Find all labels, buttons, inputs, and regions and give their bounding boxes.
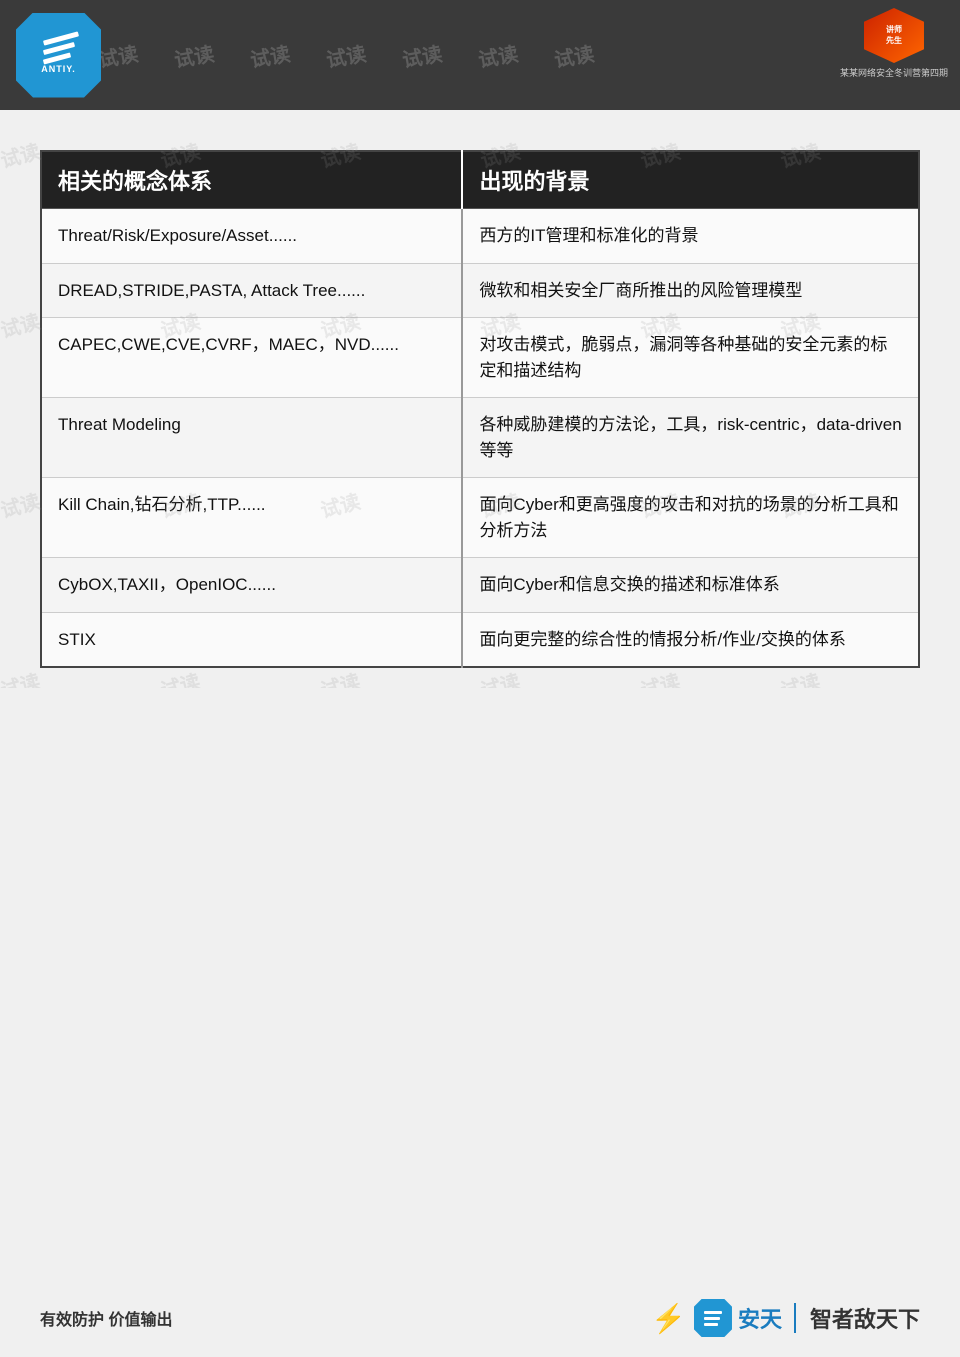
badge-icon: 讲师 先生: [864, 8, 924, 63]
pwm-7: 试读: [0, 305, 43, 343]
table-row: CybOX,TAXII，OpenIOC......面向Cyber和信息交换的描述…: [41, 558, 919, 613]
pwm-23: 试读: [637, 665, 683, 688]
table-cell-col1-1: DREAD,STRIDE,PASTA, Attack Tree......: [41, 263, 462, 318]
pwm-21: 试读: [317, 665, 363, 688]
main-content: 试读 试读 试读 试读 试读 试读 试读 试读 试读 试读 试读 试读 试读 试…: [0, 110, 960, 688]
header-wm-5: 试读: [382, 34, 462, 76]
footer-right: ⚡ 安天 智者敌天下: [651, 1299, 920, 1337]
table-row: Threat/Risk/Exposure/Asset......西方的IT管理和…: [41, 209, 919, 264]
footer-brand-sub: 智者敌天下: [810, 1302, 920, 1334]
pwm-20: 试读: [157, 665, 203, 688]
table-row: Kill Chain,钻石分析,TTP......面向Cyber和更高强度的攻击…: [41, 478, 919, 558]
table-cell-col2-5: 面向Cyber和信息交换的描述和标准体系: [462, 558, 919, 613]
logo-text: ANTIY.: [41, 64, 76, 74]
table-cell-col2-1: 微软和相关安全厂商所推出的风险管理模型: [462, 263, 919, 318]
data-table: 相关的概念体系 出现的背景 Threat/Risk/Exposure/Asset…: [40, 150, 920, 668]
table-cell-col2-0: 西方的IT管理和标准化的背景: [462, 209, 919, 264]
table-cell-col2-6: 面向更完整的综合性的情报分析/作业/交换的体系: [462, 612, 919, 667]
table-cell-col1-6: STIX: [41, 612, 462, 667]
table-row: Threat Modeling各种威胁建模的方法论，工具，risk-centri…: [41, 398, 919, 478]
table-row: DREAD,STRIDE,PASTA, Attack Tree......微软和…: [41, 263, 919, 318]
header-wm-3: 试读: [230, 34, 310, 76]
footer-logo-icon: [694, 1299, 732, 1337]
header-wm-2: 试读: [154, 34, 234, 76]
logo-lines: [39, 36, 79, 61]
logo: ANTIY.: [16, 13, 101, 98]
table-row: STIX面向更完整的综合性的情报分析/作业/交换的体系: [41, 612, 919, 667]
footer-logo: ⚡ 安天 智者敌天下: [651, 1299, 920, 1337]
footer-logo-line-1: [704, 1311, 722, 1314]
table-cell-col2-2: 对攻击模式，脆弱点，漏洞等各种基础的安全元素的标定和描述结构: [462, 318, 919, 398]
table-cell-col1-2: CAPEC,CWE,CVE,CVRF，MAEC，NVD......: [41, 318, 462, 398]
table-cell-col1-5: CybOX,TAXII，OpenIOC......: [41, 558, 462, 613]
table-cell-col1-4: Kill Chain,钻石分析,TTP......: [41, 478, 462, 558]
col2-header: 出现的背景: [462, 151, 919, 209]
footer: 有效防护 价值输出 ⚡ 安天 智者敌天下: [0, 1299, 960, 1337]
table-cell-col1-0: Threat/Risk/Exposure/Asset......: [41, 209, 462, 264]
pwm-1: 试读: [0, 135, 43, 173]
footer-divider: [794, 1303, 796, 1333]
table-row: CAPEC,CWE,CVE,CVRF，MAEC，NVD......对攻击模式，脆…: [41, 318, 919, 398]
header-wm-7: 试读: [534, 34, 614, 76]
pwm-13: 试读: [0, 485, 43, 523]
header: ANTIY. 试读 试读 试读 试读 试读 试读 试读 讲师 先生 某某网络安全…: [0, 0, 960, 110]
footer-left-text: 有效防护 价值输出: [40, 1306, 172, 1330]
header-wm-6: 试读: [458, 34, 538, 76]
col1-header: 相关的概念体系: [41, 151, 462, 209]
pwm-22: 试读: [477, 665, 523, 688]
table-header-row: 相关的概念体系 出现的背景: [41, 151, 919, 209]
table-cell-col2-4: 面向Cyber和更高强度的攻击和对抗的场景的分析工具和分析方法: [462, 478, 919, 558]
footer-logo-lines: [704, 1311, 722, 1326]
header-wm-4: 试读: [306, 34, 386, 76]
pwm-24: 试读: [777, 665, 823, 688]
badge-subtitle: 某某网络安全冬训营第四期: [840, 66, 948, 79]
table-cell-col2-3: 各种威胁建模的方法论，工具，risk-centric，data-driven等等: [462, 398, 919, 478]
table-cell-col1-3: Threat Modeling: [41, 398, 462, 478]
footer-logo-line-2: [704, 1317, 720, 1320]
lightning-icon: ⚡: [651, 1302, 686, 1335]
badge-inner-text: 讲师 先生: [886, 25, 902, 46]
footer-brand-main: 安天: [738, 1302, 782, 1334]
footer-logo-line-3: [704, 1323, 718, 1326]
pwm-19: 试读: [0, 665, 43, 688]
header-watermarks: 试读 试读 试读 试读 试读 试读 试读: [80, 0, 960, 110]
top-right-badge: 讲师 先生 某某网络安全冬训营第四期: [840, 8, 948, 79]
